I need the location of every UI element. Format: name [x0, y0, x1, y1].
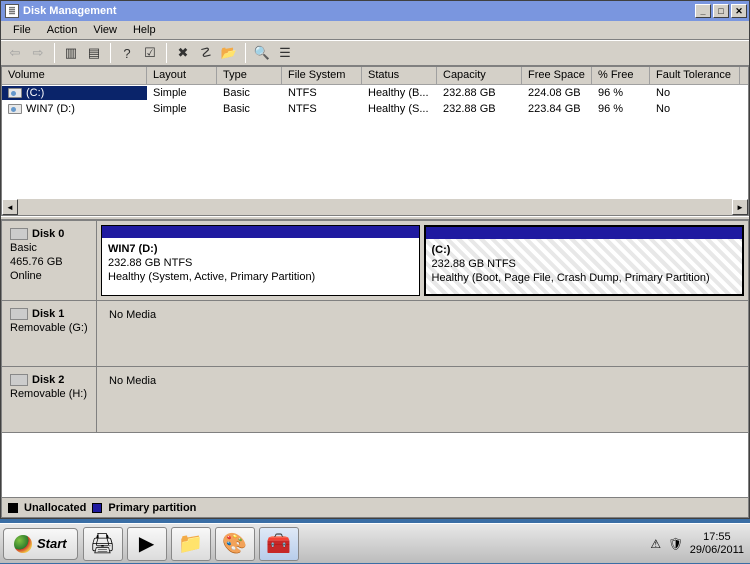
volume-icon [8, 88, 22, 98]
scroll-right-arrow[interactable]: ► [732, 199, 748, 215]
clock-date: 29/06/2011 [690, 544, 744, 557]
column-header[interactable]: % Free [592, 67, 650, 84]
menu-view[interactable]: View [85, 22, 125, 38]
volumes-header: VolumeLayoutTypeFile SystemStatusCapacit… [2, 67, 748, 85]
cell: 224.08 GB [522, 86, 592, 100]
graphical-pane: Disk 0Basic465.76 GBOnlineWIN7 (D:)232.8… [1, 220, 749, 518]
column-header[interactable]: Free Space [522, 67, 592, 84]
system-tray: ⚠🛡 17:55 29/06/2011 [642, 524, 750, 564]
cell: NTFS [282, 102, 362, 116]
cell: Basic [217, 86, 282, 100]
app-icon: ≣ [5, 4, 19, 18]
disk-body: No Media [97, 301, 748, 366]
volumes-body: (C:)SimpleBasicNTFSHealthy (B...232.88 G… [2, 85, 748, 117]
cell: NTFS [282, 86, 362, 100]
windows-orb-icon [14, 535, 32, 553]
clock-time: 17:55 [690, 531, 744, 544]
cell: No [650, 102, 740, 116]
cell: No [650, 86, 740, 100]
disk-label[interactable]: Disk 1Removable (G:) [2, 301, 97, 366]
tree-icon[interactable]: ▤ [84, 43, 104, 63]
cell: 232.88 GB [437, 86, 522, 100]
column-header[interactable]: Status [362, 67, 437, 84]
column-header[interactable]: Volume [2, 67, 147, 84]
volumes-pane: VolumeLayoutTypeFile SystemStatusCapacit… [1, 66, 749, 216]
column-header[interactable]: Layout [147, 67, 217, 84]
cell: 96 % [592, 102, 650, 116]
refresh-icon[interactable]: ? [117, 43, 137, 63]
volume-row[interactable]: (C:)SimpleBasicNTFSHealthy (B...232.88 G… [2, 85, 748, 101]
legend-label-primary: Primary partition [108, 502, 196, 514]
column-header[interactable]: File System [282, 67, 362, 84]
start-label: Start [37, 536, 67, 551]
disk-icon [10, 308, 28, 320]
open-icon[interactable]: 📂 [219, 43, 239, 63]
search-icon[interactable]: 🔍 [252, 43, 272, 63]
menu-help[interactable]: Help [125, 22, 164, 38]
disk-management-window: ≣ Disk Management _ □ ✕ File Action View… [0, 0, 750, 519]
paint-icon[interactable]: 🎨 [215, 527, 255, 561]
no-media-label: No Media [101, 371, 164, 428]
scroll-left-arrow[interactable]: ◄ [2, 199, 18, 215]
settings-icon[interactable]: ☑ [140, 43, 160, 63]
no-media-label: No Media [101, 305, 164, 362]
clock[interactable]: 17:55 29/06/2011 [690, 531, 744, 557]
close-button[interactable]: ✕ [731, 4, 747, 18]
cell: WIN7 (D:) [2, 102, 147, 116]
legend: Unallocated Primary partition [2, 497, 748, 517]
toolbar: ⇦⇨ ▥▤?☑ ✖☡📂 🔍☰ [1, 40, 749, 66]
cell: 96 % [592, 86, 650, 100]
horizontal-scrollbar[interactable]: ◄ ► [2, 199, 748, 215]
volume-row[interactable]: WIN7 (D:)SimpleBasicNTFSHealthy (S...232… [2, 101, 748, 117]
title-bar[interactable]: ≣ Disk Management _ □ ✕ [1, 1, 749, 21]
disk-body: WIN7 (D:)232.88 GB NTFSHealthy (System, … [97, 221, 748, 300]
minimize-button[interactable]: _ [695, 4, 711, 18]
delete-icon[interactable]: ✖ [173, 43, 193, 63]
start-button[interactable]: Start [3, 528, 78, 560]
network-warning-icon[interactable]: ⚠ [648, 536, 664, 552]
partition[interactable]: (C:)232.88 GB NTFSHealthy (Boot, Page Fi… [424, 225, 745, 296]
properties-icon[interactable]: ☡ [196, 43, 216, 63]
window-title: Disk Management [23, 5, 117, 17]
column-header[interactable]: Type [217, 67, 282, 84]
disk-icon [10, 374, 28, 386]
maximize-button[interactable]: □ [713, 4, 729, 18]
list-icon[interactable]: ☰ [275, 43, 295, 63]
column-header[interactable]: Fault Tolerance [650, 67, 740, 84]
disk-icon [10, 228, 28, 240]
cell: (C:) [2, 86, 147, 100]
disk-label[interactable]: Disk 0Basic465.76 GBOnline [2, 221, 97, 300]
column-header[interactable]: Capacity [437, 67, 522, 84]
cell: Simple [147, 86, 217, 100]
disk-row: Disk 2Removable (H:)No Media [2, 367, 748, 433]
cell: Healthy (S... [362, 102, 437, 116]
legend-swatch-unallocated [8, 503, 18, 513]
cell: 232.88 GB [437, 102, 522, 116]
disk-row: Disk 1Removable (G:)No Media [2, 301, 748, 367]
cell: 223.84 GB [522, 102, 592, 116]
cell: Simple [147, 102, 217, 116]
legend-swatch-primary [92, 503, 102, 513]
cell: Healthy (B... [362, 86, 437, 100]
menu-bar: File Action View Help [1, 21, 749, 40]
forward-icon: ⇨ [28, 43, 48, 63]
up-icon[interactable]: ▥ [61, 43, 81, 63]
disk-label[interactable]: Disk 2Removable (H:) [2, 367, 97, 432]
disk-body: No Media [97, 367, 748, 432]
partition[interactable]: WIN7 (D:)232.88 GB NTFSHealthy (System, … [101, 225, 420, 296]
volume-icon [8, 104, 22, 114]
cell: Basic [217, 102, 282, 116]
powershell-icon[interactable]: ▶ [127, 527, 167, 561]
menu-file[interactable]: File [5, 22, 39, 38]
menu-action[interactable]: Action [39, 22, 86, 38]
disk-row: Disk 0Basic465.76 GBOnlineWIN7 (D:)232.8… [2, 221, 748, 301]
toolbox-icon[interactable]: 🧰 [259, 527, 299, 561]
legend-label-unallocated: Unallocated [24, 502, 86, 514]
security-icon[interactable]: 🛡 [668, 536, 684, 552]
devices-icon[interactable]: 🖨 [83, 527, 123, 561]
back-icon: ⇦ [5, 43, 25, 63]
taskbar: Start 🖨▶📁🎨🧰 ⚠🛡 17:55 29/06/2011 [0, 523, 750, 563]
explorer-icon[interactable]: 📁 [171, 527, 211, 561]
